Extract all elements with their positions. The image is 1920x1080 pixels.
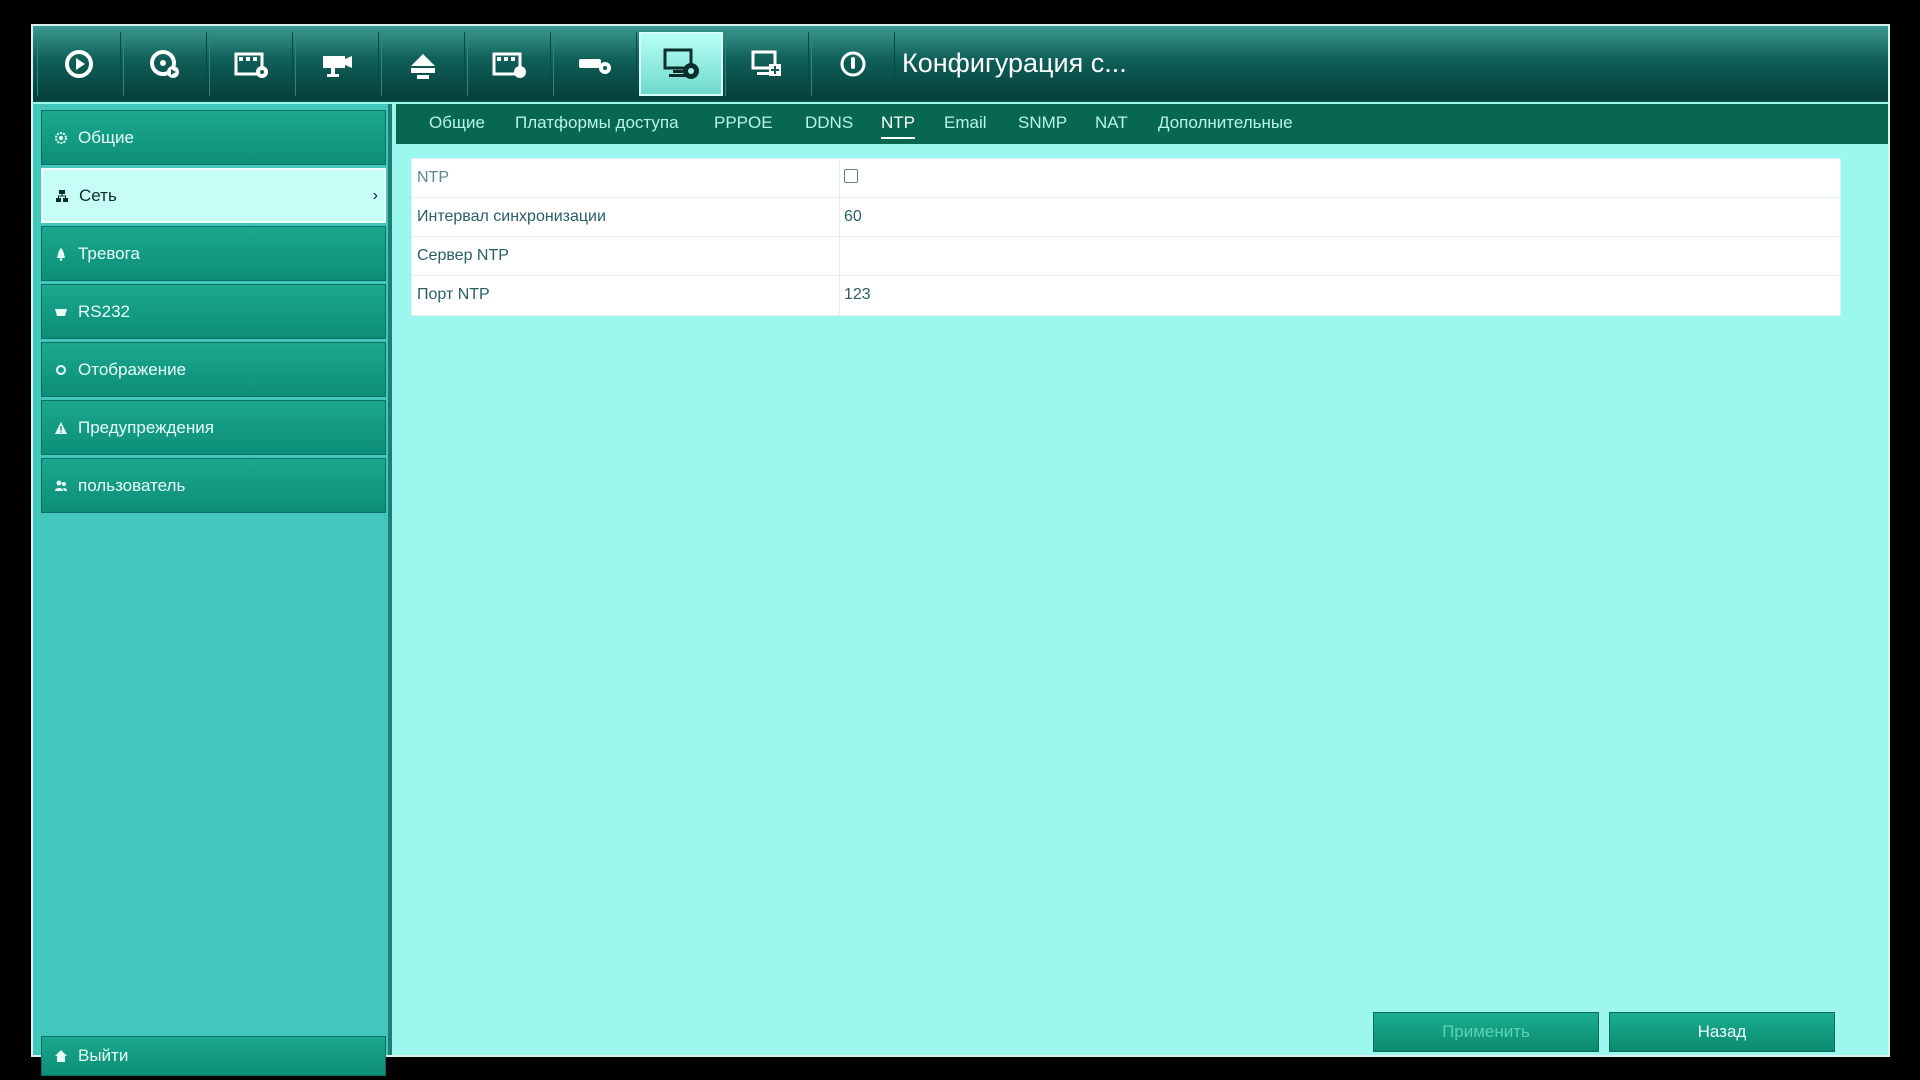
device-icon[interactable] (553, 32, 637, 96)
ntp-port-value: 123 (844, 286, 871, 303)
sidebar-item-general[interactable]: Общие (41, 110, 386, 165)
chevron-right-icon: › (372, 187, 378, 204)
app-window: Конфигурация с... Общие Сеть › Тревога R… (31, 24, 1890, 1076)
ntp-port-row: Порт NTP 123 (412, 276, 1840, 315)
sidebar-item-network[interactable]: Сеть › (41, 168, 386, 223)
user-icon (54, 479, 68, 493)
tab-snmp[interactable]: SNMP (1018, 113, 1067, 133)
video-icon[interactable] (467, 32, 551, 96)
sidebar: Общие Сеть › Тревога RS232 Отображение П… (33, 104, 392, 1076)
network-icon (55, 189, 69, 203)
ntp-port-label: Порт NTP (417, 286, 490, 303)
sidebar-item-label: Общие (78, 127, 134, 147)
ntp-enable-checkbox[interactable] (844, 169, 858, 183)
tab-ddns[interactable]: DDNS (805, 113, 853, 133)
gear-icon (54, 131, 68, 145)
back-button[interactable]: Назад (1609, 1012, 1835, 1052)
sync-interval-value: 60 (844, 208, 862, 225)
tab-ntp[interactable]: NTP (881, 113, 915, 139)
ntp-port-field[interactable]: 123 (839, 276, 1840, 315)
system-config-icon[interactable] (639, 32, 723, 96)
tab-ntp-label: NTP (881, 113, 915, 132)
apply-button[interactable]: Применить (1373, 1012, 1599, 1052)
tab-email[interactable]: Email (944, 113, 987, 133)
ntp-enable-row: NTP (412, 159, 1840, 198)
page-title: Конфигурация с... (902, 48, 1127, 78)
sidebar-item-label: Предупреждения (78, 417, 214, 437)
sync-interval-field[interactable]: 60 (839, 198, 1840, 237)
sidebar-item-user[interactable]: пользователь (41, 458, 386, 513)
sidebar-item-display[interactable]: Отображение (41, 342, 386, 397)
tab-pppoe[interactable]: PPPOE (714, 113, 773, 133)
ntp-server-field[interactable] (839, 237, 1840, 276)
sync-interval-label: Интервал синхронизации (417, 208, 606, 225)
sidebar-item-alarm[interactable]: Тревога (41, 226, 386, 281)
tab-access-platforms[interactable]: Платформы доступа (515, 113, 679, 133)
sidebar-item-label: Тревога (78, 243, 140, 263)
camera-icon[interactable] (295, 32, 379, 96)
tab-advanced[interactable]: Дополнительные (1158, 113, 1293, 133)
warning-icon (54, 421, 68, 435)
ntp-server-row: Сервер NTP (412, 237, 1840, 276)
sidebar-item-label: Сеть (79, 185, 117, 205)
display-icon (54, 363, 68, 377)
display-icon[interactable] (725, 32, 809, 96)
sidebar-item-label: RS232 (78, 301, 130, 321)
logout-button[interactable]: Выйти (41, 1036, 386, 1076)
top-toolbar: Конфигурация с... (33, 26, 1888, 102)
sidebar-item-rs232[interactable]: RS232 (41, 284, 386, 339)
home-icon (54, 1049, 68, 1063)
alarm-icon (54, 247, 68, 261)
sidebar-item-label: пользователь (78, 475, 186, 495)
tab-bar: Общие Платформы доступа PPPOE DDNS NTP E… (396, 104, 1888, 144)
serial-icon (54, 305, 68, 319)
sidebar-item-label: Отображение (78, 359, 187, 379)
record-icon[interactable] (209, 32, 293, 96)
network-storage-icon[interactable] (381, 32, 465, 96)
live-view-icon[interactable] (37, 32, 121, 96)
active-tab-underline (881, 137, 915, 139)
tab-general[interactable]: Общие (429, 113, 485, 133)
playback-icon[interactable] (123, 32, 207, 96)
ntp-enable-label: NTP (417, 169, 449, 186)
logout-label: Выйти (78, 1046, 129, 1065)
ntp-server-label: Сервер NTP (417, 247, 509, 264)
power-icon[interactable] (811, 32, 895, 96)
sidebar-item-warnings[interactable]: Предупреждения (41, 400, 386, 455)
tab-nat[interactable]: NAT (1095, 113, 1128, 133)
ntp-settings-form: NTP Интервал синхронизации 60 Сервер NTP… (411, 158, 1841, 316)
sync-interval-row: Интервал синхронизации 60 (412, 198, 1840, 237)
ntp-enable-cell (839, 159, 1840, 198)
